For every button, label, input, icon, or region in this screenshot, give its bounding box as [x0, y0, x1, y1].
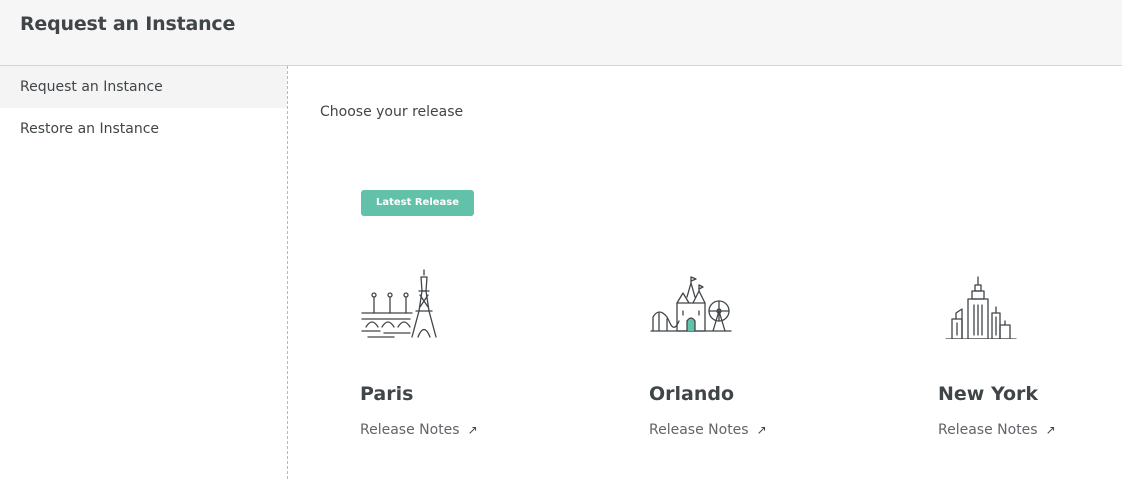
release-name-paris: Paris — [360, 383, 414, 405]
release-name-orlando: Orlando — [649, 383, 735, 405]
main-content: Choose your release Latest Release Paris… — [289, 67, 1122, 479]
release-card-orlando[interactable]: Orlando Release Notes ↗ — [649, 267, 829, 467]
page-header: Request an Instance — [0, 0, 1122, 66]
release-card-new-york[interactable]: New York Release Notes ↗ — [938, 267, 1118, 467]
sidebar: Request an Instance Restore an Instance — [0, 66, 288, 479]
release-name-new-york: New York — [938, 383, 1039, 405]
release-card-paris[interactable]: Paris Release Notes ↗ — [360, 267, 540, 467]
empire-state-skyline-icon — [945, 276, 1017, 339]
external-link-icon: ↗ — [756, 423, 767, 437]
release-notes-label: Release Notes — [649, 422, 749, 438]
release-notes-link-orlando[interactable]: Release Notes ↗ — [649, 422, 767, 438]
release-notes-link-paris[interactable]: Release Notes ↗ — [360, 422, 478, 438]
choose-release-heading: Choose your release — [320, 104, 464, 120]
sidebar-item-restore-instance[interactable]: Restore an Instance — [0, 108, 287, 150]
release-notes-link-new-york[interactable]: Release Notes ↗ — [938, 422, 1056, 438]
eiffel-tower-icon — [361, 269, 437, 338]
external-link-icon: ↗ — [1045, 423, 1056, 437]
latest-release-badge: Latest Release — [361, 190, 474, 216]
theme-park-castle-icon — [650, 276, 732, 332]
external-link-icon: ↗ — [467, 423, 478, 437]
release-notes-label: Release Notes — [938, 422, 1038, 438]
release-notes-label: Release Notes — [360, 422, 460, 438]
page-title: Request an Instance — [20, 13, 236, 35]
sidebar-item-request-instance[interactable]: Request an Instance — [0, 66, 287, 108]
